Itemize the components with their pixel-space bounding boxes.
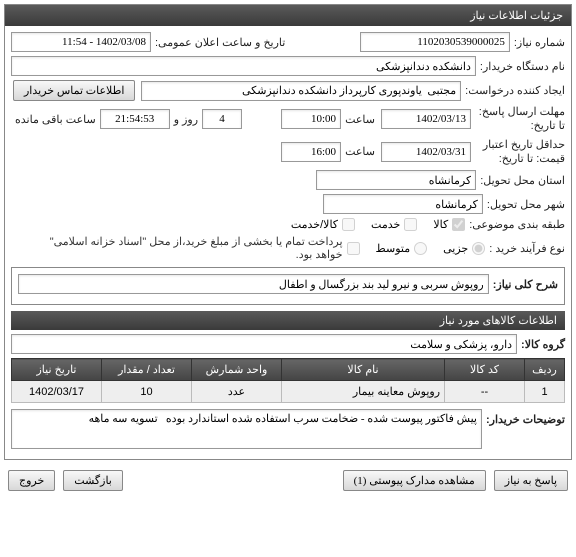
province-label: استان محل تحویل: [480,174,565,187]
need-number-field[interactable] [360,32,510,52]
cell-row: 1 [525,381,565,403]
col-unit: واحد شمارش [192,359,282,381]
respond-button[interactable]: پاسخ به نیاز [494,470,568,491]
remaining-time-field[interactable] [100,109,170,129]
service-checkbox-label: خدمت [371,218,400,231]
goods-section-title: اطلاعات کالاهای مورد نیاز [11,311,565,330]
days-field[interactable] [202,109,242,129]
creator-field[interactable] [141,81,461,101]
deadline-time-field[interactable] [281,109,341,129]
creator-label: ایجاد کننده درخواست: [465,84,565,97]
small-radio [472,242,485,255]
medium-radio [414,242,427,255]
col-row: ردیف [525,359,565,381]
buyer-notes-field[interactable] [11,409,482,449]
cell-name: روپوش معاینه بیمار [282,381,445,403]
category-label: طبقه بندی موضوعی: [469,218,565,231]
time-label-1: ساعت [345,113,375,126]
days-label: روز و [174,113,198,126]
remaining-label: ساعت باقی مانده [15,113,96,126]
cell-qty: 10 [102,381,192,403]
col-name: نام کالا [282,359,445,381]
city-field[interactable] [323,194,483,214]
small-radio-label: جزیی [443,242,468,255]
desc-field[interactable] [18,274,489,294]
col-code: کد کالا [445,359,525,381]
attachments-button[interactable]: مشاهده مدارک پیوستی (1) [343,470,486,491]
treasury-note: پرداخت تمام یا بخشی از مبلغ خرید،از محل … [27,235,343,261]
validity-time-field[interactable] [281,142,341,162]
public-datetime-label: تاریخ و ساعت اعلان عمومی: [155,36,285,49]
public-datetime-field[interactable] [11,32,151,52]
goods-checkbox-label: کالا [433,218,448,231]
button-bar: پاسخ به نیاز مشاهده مدارک پیوستی (1) باز… [0,464,576,497]
panel-title: جزئیات اطلاعات نیاز [5,5,571,26]
buyer-field[interactable] [11,56,476,76]
city-label: شهر محل تحویل: [487,198,565,211]
goods-table: ردیف کد کالا نام کالا واحد شمارش تعداد /… [11,358,565,403]
cell-date: 1402/03/17 [12,381,102,403]
deadline-date-field[interactable] [381,109,471,129]
col-date: تاریخ نیاز [12,359,102,381]
treasury-checkbox [347,242,360,255]
service-checkbox [404,218,417,231]
both-checkbox [342,218,355,231]
group-label: گروه کالا: [521,338,565,351]
deadline-label: مهلت ارسال پاسخ: تا تاریخ: [475,105,565,134]
goods-checkbox [452,218,465,231]
desc-label: شرح کلی نیاز: [493,278,558,291]
buyer-notes-label: توضیحات خریدار: [486,409,565,426]
process-label: نوع فرآیند خرید : [489,242,565,255]
exit-button[interactable]: خروج [8,470,55,491]
province-field[interactable] [316,170,476,190]
time-label-2: ساعت [345,145,375,158]
validity-date-field[interactable] [381,142,471,162]
medium-radio-label: متوسط [376,242,411,255]
buyer-label: نام دستگاه خریدار: [480,60,565,73]
contact-button[interactable]: اطلاعات تماس خریدار [13,80,135,101]
table-row[interactable]: 1 -- روپوش معاینه بیمار عدد 10 1402/03/1… [12,381,565,403]
both-checkbox-label: کالا/خدمت [291,218,338,231]
col-qty: تعداد / مقدار [102,359,192,381]
validity-label: حداقل تاریخ اعتبار قیمت: تا تاریخ: [475,138,565,167]
cell-code: -- [445,381,525,403]
need-number-label: شماره نیاز: [514,36,565,49]
cell-unit: عدد [192,381,282,403]
details-panel: جزئیات اطلاعات نیاز شماره نیاز: تاریخ و … [4,4,572,460]
back-button[interactable]: بازگشت [63,470,123,491]
group-field[interactable] [11,334,517,354]
